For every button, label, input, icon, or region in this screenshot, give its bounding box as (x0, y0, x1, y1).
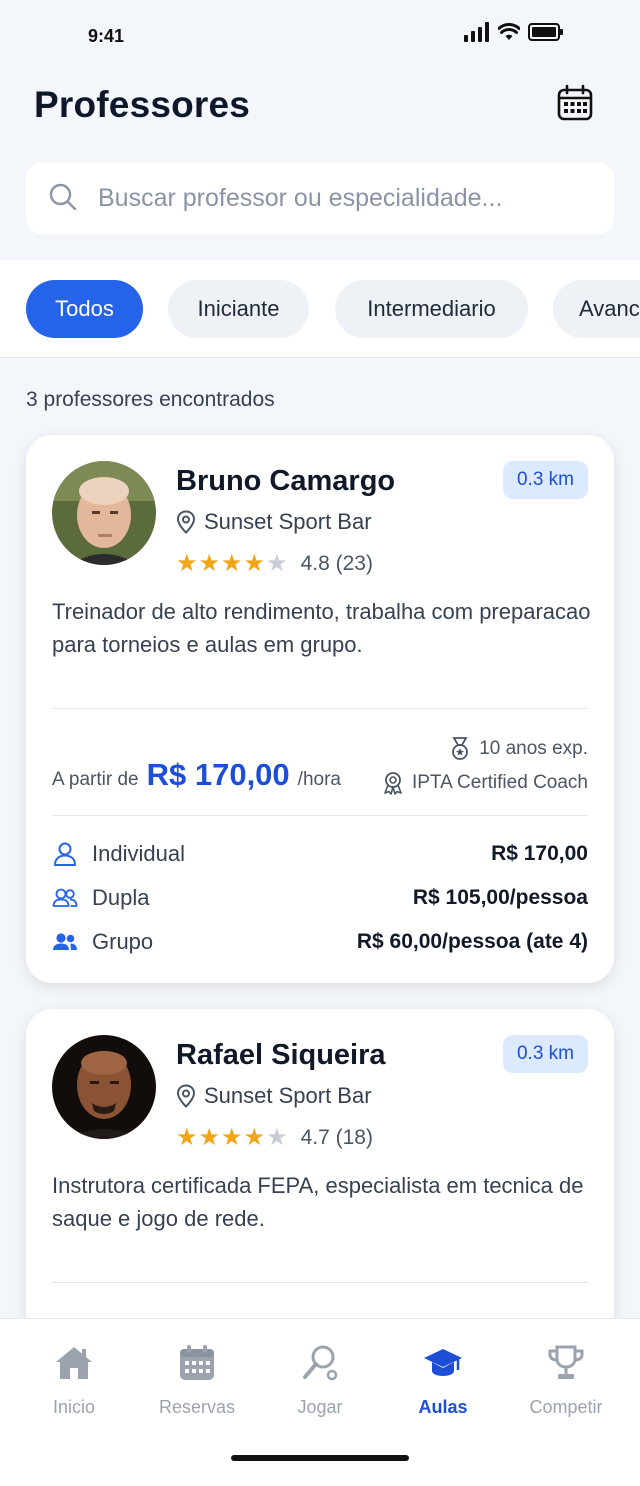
chip-intermediario[interactable]: Intermediario (335, 280, 528, 338)
chip-avancado[interactable]: Avanc (553, 280, 640, 338)
map-pin-icon (176, 1084, 196, 1108)
search-icon (49, 183, 77, 211)
search-input[interactable] (98, 162, 598, 234)
nav-competir[interactable]: Competir (511, 1343, 621, 1433)
graduation-cap-icon (424, 1349, 462, 1376)
home-indicator (231, 1455, 409, 1461)
battery-icon (528, 23, 563, 41)
wifi-icon (498, 23, 520, 40)
home-icon (56, 1347, 92, 1379)
status-time: 9:41 (88, 26, 125, 46)
nav-label: Inicio (52, 1397, 96, 1417)
package-row-individual: Individual R$ 170,00 (52, 837, 588, 871)
results-count: 3 professores encontrados (26, 388, 275, 411)
package-price: R$ 60,00/pessoa (ate 4) (356, 930, 588, 953)
package-price: R$ 105,00/pessoa (412, 886, 588, 909)
nav-label: Competir (529, 1397, 603, 1417)
distance-badge: 0.3 km (502, 1035, 588, 1073)
status-icons (464, 22, 564, 42)
pair-icon (52, 888, 78, 907)
chip-todos[interactable]: Todos (26, 280, 143, 338)
group-icon (53, 933, 77, 950)
price-value: R$ 170,00 (146, 757, 290, 792)
calendar-icon (180, 1345, 214, 1380)
experience: 10 anos exp. (449, 737, 588, 761)
coach-name: Rafael Siqueira (176, 1039, 386, 1071)
award-icon (384, 772, 402, 795)
coach-card[interactable]: Bruno Camargo 0.3 km Sunset Sport Bar ★★… (26, 435, 614, 983)
rating-stars: ★★★★★ (176, 1124, 289, 1151)
rating-text: 4.8 (23) (300, 551, 373, 575)
medal-icon (452, 737, 469, 760)
search-box[interactable] (26, 162, 614, 234)
nav-label: Aulas (418, 1397, 468, 1417)
divider (52, 815, 588, 816)
calendar-button[interactable] (556, 84, 594, 122)
price-unit: /hora (297, 769, 341, 790)
package-row-dupla: Dupla R$ 105,00/pessoa (52, 881, 588, 915)
divider (52, 708, 588, 709)
avatar (52, 461, 156, 565)
location: Sunset Sport Bar (176, 1083, 372, 1109)
avatar (52, 1035, 156, 1139)
distance-badge: 0.3 km (502, 461, 588, 499)
package-label: Individual (92, 841, 185, 866)
coach-name: Bruno Camargo (176, 465, 396, 497)
rating: ★★★★★ 4.8 (23) (176, 549, 373, 578)
nav-inicio[interactable]: Inicio (19, 1343, 129, 1433)
venue-name: Sunset Sport Bar (204, 1083, 372, 1108)
page-title: Professores (34, 84, 251, 125)
map-pin-icon (176, 510, 196, 534)
package-price: R$ 170,00 (491, 842, 588, 865)
calendar-icon (557, 84, 593, 121)
coach-bio: Instrutora certificada FEPA, especialist… (52, 1173, 584, 1231)
price-prefix: A partir de (52, 769, 139, 790)
person-icon (54, 842, 76, 866)
trophy-icon (548, 1345, 584, 1379)
package-label: Grupo (92, 929, 154, 954)
price-row: A partir de R$ 170,00 /hora (52, 757, 341, 793)
filter-bar: Todos Iniciante Intermediario Avanc (0, 260, 640, 358)
nav-aulas[interactable]: Aulas (388, 1343, 498, 1433)
rating-stars: ★★★★★ (176, 550, 289, 577)
certification-text: IPTA Certified Coach (411, 772, 588, 793)
rating: ★★★★★ 4.7 (18) (176, 1123, 373, 1152)
racket-icon (303, 1345, 338, 1381)
experience-text: 10 anos exp. (479, 738, 588, 759)
nav-jogar[interactable]: Jogar (265, 1343, 375, 1433)
bottom-nav: Inicio Reservas Jogar Aulas Competir (0, 1318, 640, 1486)
nav-label: Jogar (297, 1397, 343, 1417)
venue-name: Sunset Sport Bar (204, 509, 372, 534)
coach-bio: Treinador de alto rendimento, trabalha c… (52, 599, 591, 657)
divider (52, 1282, 588, 1283)
rating-text: 4.7 (18) (300, 1125, 373, 1149)
certification: IPTA Certified Coach (382, 771, 588, 795)
location: Sunset Sport Bar (176, 509, 372, 535)
chip-iniciante[interactable]: Iniciante (168, 280, 309, 338)
package-row-grupo: Grupo R$ 60,00/pessoa (ate 4) (52, 925, 588, 959)
nav-label: Reservas (158, 1397, 236, 1417)
header: Professores (0, 64, 640, 260)
package-label: Dupla (92, 885, 150, 910)
status-bar: 9:41 (0, 0, 640, 64)
nav-reservas[interactable]: Reservas (142, 1343, 252, 1433)
signal-icon (464, 22, 489, 42)
